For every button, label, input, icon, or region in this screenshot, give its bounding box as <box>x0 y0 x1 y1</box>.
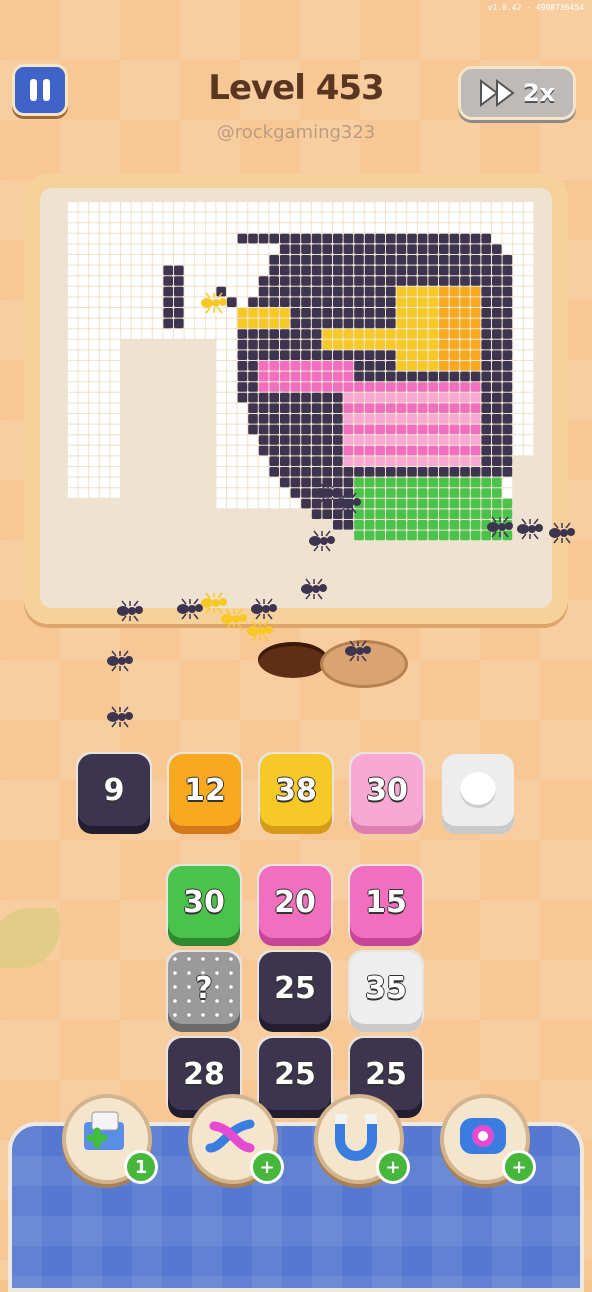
ant-hole <box>258 642 328 678</box>
version-label: v1.0.42 - 4908736454 <box>487 3 584 12</box>
ant-icon <box>107 650 133 672</box>
ant-icon <box>301 578 327 600</box>
ant-icon <box>251 598 277 620</box>
speed-label: 2x <box>522 79 556 107</box>
color-stack-tile[interactable]: 20 <box>259 866 331 938</box>
ant-icon <box>107 706 133 728</box>
ant-icon <box>201 292 227 314</box>
booster-count-badge: + <box>502 1150 536 1184</box>
ant-icon <box>309 530 335 552</box>
color-stack-tile[interactable]: ? <box>168 952 240 1024</box>
color-stack-tile[interactable]: 35 <box>350 952 422 1024</box>
ant-icon <box>487 516 513 538</box>
ant-icon <box>335 492 361 514</box>
empty-queue-slot <box>442 754 514 826</box>
booster-count-badge: 1 <box>124 1150 158 1184</box>
ant-icon <box>345 640 371 662</box>
color-stack-tile[interactable]: 15 <box>350 866 422 938</box>
ant-icon <box>549 522 575 544</box>
color-stack-tile[interactable]: 38 <box>260 754 332 826</box>
pixel-art <box>68 202 534 541</box>
username-watermark: @rockgaming323 <box>216 122 376 143</box>
speed-button[interactable]: 2x <box>458 66 576 120</box>
color-stack-tile[interactable]: 30 <box>168 866 240 938</box>
color-stack-tile[interactable]: 9 <box>78 754 150 826</box>
ant-icon <box>247 620 273 642</box>
fast-forward-icon <box>479 79 515 107</box>
color-stack-tile[interactable]: 25 <box>259 952 331 1024</box>
ant-icon <box>517 518 543 540</box>
pixel-canvas <box>40 188 552 608</box>
ant-icon <box>117 600 143 622</box>
picture-board <box>24 174 568 624</box>
color-stack-tile[interactable]: 12 <box>169 754 241 826</box>
booster-count-badge: + <box>376 1150 410 1184</box>
color-stack-tile[interactable]: 30 <box>351 754 423 826</box>
booster-count-badge: + <box>250 1150 284 1184</box>
